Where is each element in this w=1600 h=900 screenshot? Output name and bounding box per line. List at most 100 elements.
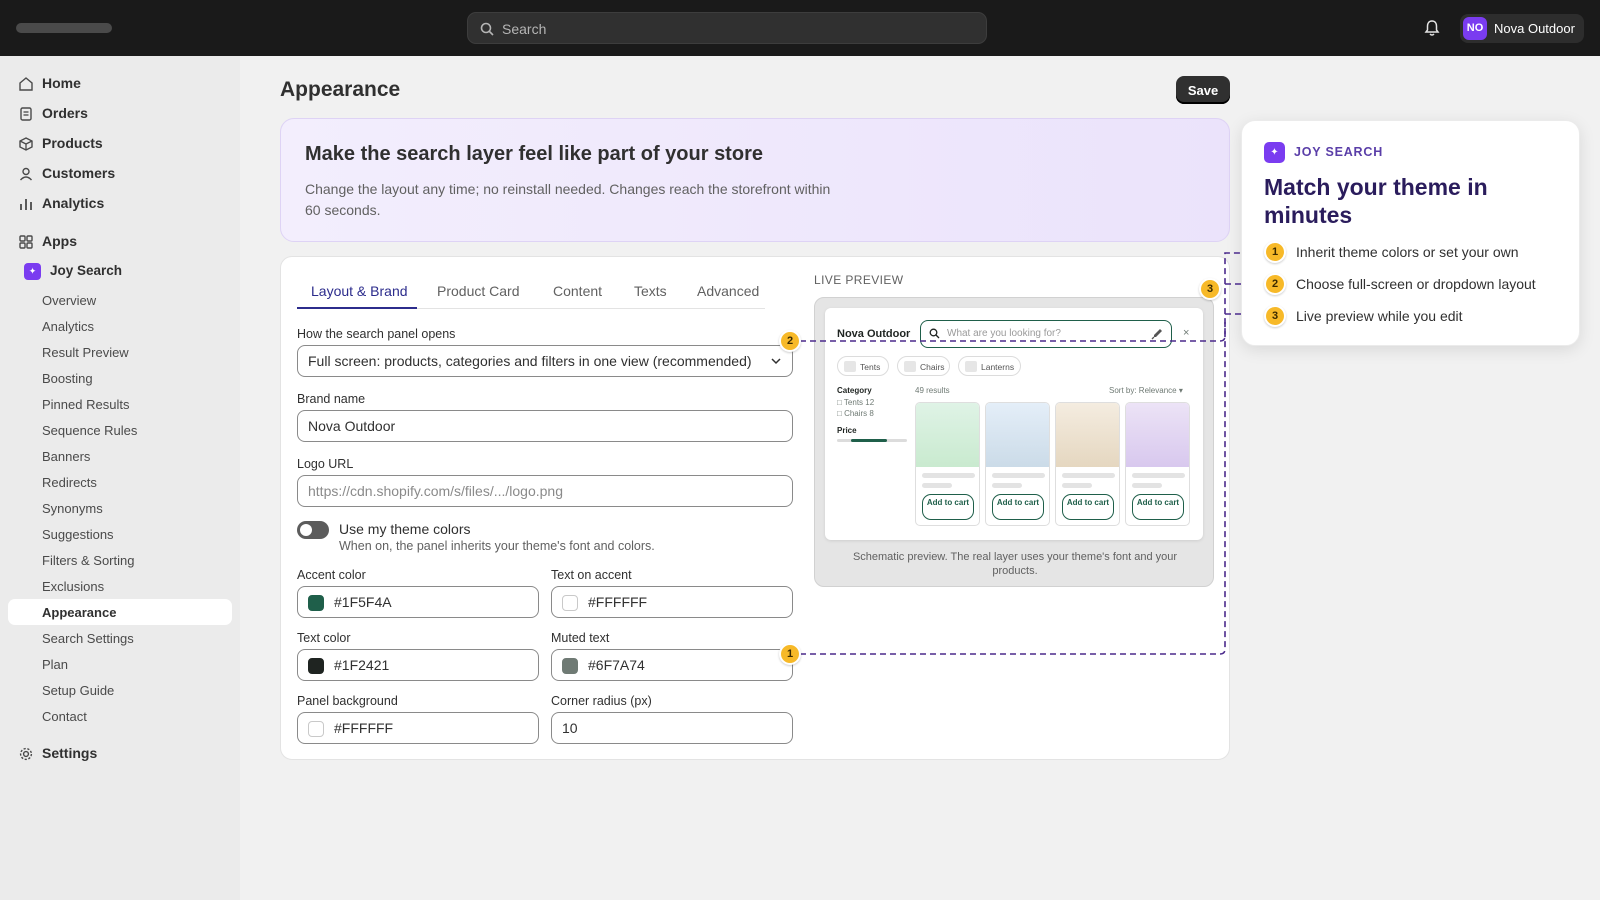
global-search-input[interactable]: Search xyxy=(467,12,987,44)
sidebar-subitem-appearance[interactable]: Appearance xyxy=(8,599,232,625)
panel-background-swatch[interactable] xyxy=(308,721,324,737)
sidebar-subitem-synonyms[interactable]: Synonyms xyxy=(8,495,232,521)
corner-radius-label: Corner radius (px) xyxy=(551,694,652,708)
panel-background-value: #FFFFFF xyxy=(334,720,394,736)
muted-text-input[interactable]: #6F7A74 xyxy=(551,649,793,681)
step-number-badge: 1 xyxy=(1264,241,1286,263)
panel-background-label: Panel background xyxy=(297,694,398,708)
sidebar-subitem-setup-guide[interactable]: Setup Guide xyxy=(8,677,232,703)
text-on-accent-label: Text on accent xyxy=(551,568,632,582)
panel-open-label: How the search panel opens xyxy=(297,327,456,341)
sidebar-subitem-analytics[interactable]: Analytics xyxy=(8,313,232,339)
sidebar-subitem-label: Filters & Sorting xyxy=(42,553,135,568)
preview-chip: Tents xyxy=(837,356,889,376)
sidebar-item-label: Joy Search xyxy=(50,263,123,278)
preview-price-heading: Price xyxy=(837,426,857,435)
sidebar-subitem-sequence-rules[interactable]: Sequence Rules xyxy=(8,417,232,443)
sidebar-item-settings[interactable]: Settings xyxy=(8,740,232,766)
preview-add-to-cart: Add to cart xyxy=(922,494,974,520)
preview-product-card: Add to cart xyxy=(985,402,1050,526)
preview-chip: Lanterns xyxy=(958,356,1021,376)
text-color-input[interactable]: #1F2421 xyxy=(297,649,539,681)
accent-color-value: #1F5F4A xyxy=(334,594,392,610)
sidebar-subitem-label: Search Settings xyxy=(42,631,134,646)
tab-texts[interactable]: Texts xyxy=(634,273,667,309)
preview-category-heading: Category xyxy=(837,386,872,395)
hero-banner: Make the search layer feel like part of … xyxy=(280,118,1230,242)
sidebar-subitem-result-preview[interactable]: Result Preview xyxy=(8,339,232,365)
shopify-logo[interactable] xyxy=(16,23,112,33)
callout-badge-1: 1 xyxy=(779,643,801,665)
sidebar-subitem-redirects[interactable]: Redirects xyxy=(8,469,232,495)
panel-background-input[interactable]: #FFFFFF xyxy=(297,712,539,744)
chip-thumbnail xyxy=(844,361,856,372)
corner-radius-input[interactable]: 10 xyxy=(551,712,793,744)
sidebar-subitem-label: Appearance xyxy=(42,605,117,620)
store-avatar: NO xyxy=(1463,17,1487,40)
sidebar-item-products[interactable]: Products xyxy=(8,130,232,156)
callout-step-text: Live preview while you edit xyxy=(1296,308,1463,324)
accent-color-input[interactable]: #1F5F4A xyxy=(297,586,539,618)
chip-label: Chairs xyxy=(920,362,945,372)
sidebar-item-joy-search[interactable]: ✦ Joy Search xyxy=(8,258,232,284)
sidebar-subitem-suggestions[interactable]: Suggestions xyxy=(8,521,232,547)
tab-content[interactable]: Content xyxy=(553,273,602,309)
chip-label: Lanterns xyxy=(981,362,1015,372)
store-name: Nova Outdoor xyxy=(1494,21,1575,36)
preview-close-icon: × xyxy=(1183,327,1190,339)
tab-product-card[interactable]: Product Card xyxy=(437,273,519,309)
preview-category-option: □ Tents 12 xyxy=(837,398,875,407)
sidebar-subitem-exclusions[interactable]: Exclusions xyxy=(8,573,232,599)
theme-colors-toggle[interactable] xyxy=(297,521,329,539)
sidebar-item-apps[interactable]: Apps xyxy=(8,228,232,254)
tab-advanced[interactable]: Advanced xyxy=(697,273,759,309)
preview-chip: Chairs xyxy=(897,356,950,376)
preview-panel: Nova Outdoor What are you looking for? ×… xyxy=(825,308,1203,540)
callout-step-text: Choose full-screen or dropdown layout xyxy=(1296,276,1536,292)
muted-text-swatch[interactable] xyxy=(562,658,578,674)
preview-product-card: Add to cart xyxy=(915,402,980,526)
sidebar-subitem-label: Result Preview xyxy=(42,345,129,360)
sidebar-subitem-label: Plan xyxy=(42,657,69,672)
brand-name-input[interactable]: Nova Outdoor xyxy=(297,410,793,442)
sidebar-item-orders[interactable]: Orders xyxy=(8,100,232,126)
sidebar-subitem-plan[interactable]: Plan xyxy=(8,651,232,677)
chip-label: Tents xyxy=(860,362,881,372)
microphone-icon xyxy=(1151,329,1162,340)
sidebar-subitem-label: Banners xyxy=(42,449,91,464)
logo-url-label: Logo URL xyxy=(297,457,354,471)
sidebar-item-home[interactable]: Home xyxy=(8,70,232,96)
accent-color-swatch[interactable] xyxy=(308,595,324,611)
sidebar-subitem-pinned-results[interactable]: Pinned Results xyxy=(8,391,232,417)
sidebar-item-analytics[interactable]: Analytics xyxy=(8,190,232,216)
panel-open-select[interactable]: Full screen: products, categories and fi… xyxy=(297,345,793,377)
search-placeholder: Search xyxy=(502,21,547,37)
sidebar-item-label: Apps xyxy=(42,233,77,249)
preview-add-to-cart: Add to cart xyxy=(1062,494,1114,520)
theme-colors-label: Use my theme colors xyxy=(339,521,471,537)
sidebar-subitem-label: Overview xyxy=(42,293,97,308)
save-button[interactable]: Save xyxy=(1176,76,1230,104)
joy-search-app-icon: ✦ xyxy=(24,263,41,280)
step-number-badge: 3 xyxy=(1264,305,1286,327)
sidebar-subitem-overview[interactable]: Overview xyxy=(8,287,232,313)
sidebar-subitem-search-settings[interactable]: Search Settings xyxy=(8,625,232,651)
tab-layout-brand[interactable]: Layout & Brand xyxy=(297,273,417,309)
preview-search-input: What are you looking for? xyxy=(920,320,1172,348)
sidebar-subitem-filters-sorting[interactable]: Filters & Sorting xyxy=(8,547,232,573)
sidebar-subitem-contact[interactable]: Contact xyxy=(8,703,232,729)
sidebar-subitem-label: Setup Guide xyxy=(42,683,115,698)
callout-brand: JOY SEARCH xyxy=(1294,145,1384,159)
text-color-swatch[interactable] xyxy=(308,658,324,674)
sidebar-item-customers[interactable]: Customers xyxy=(8,160,232,186)
text-on-accent-input[interactable]: #FFFFFF xyxy=(551,586,793,618)
preview-caption: Schematic preview. The real layer uses y… xyxy=(852,551,1178,577)
sidebar-subitem-boosting[interactable]: Boosting xyxy=(8,365,232,391)
preview-search-icon xyxy=(929,328,940,339)
text-on-accent-swatch[interactable] xyxy=(562,595,578,611)
store-menu-button[interactable]: NO Nova Outdoor xyxy=(1460,14,1584,43)
chevron-down-icon xyxy=(771,358,781,365)
bell-icon[interactable] xyxy=(1424,19,1440,37)
logo-url-input[interactable]: https://cdn.shopify.com/s/files/.../logo… xyxy=(297,475,793,507)
sidebar-subitem-banners[interactable]: Banners xyxy=(8,443,232,469)
